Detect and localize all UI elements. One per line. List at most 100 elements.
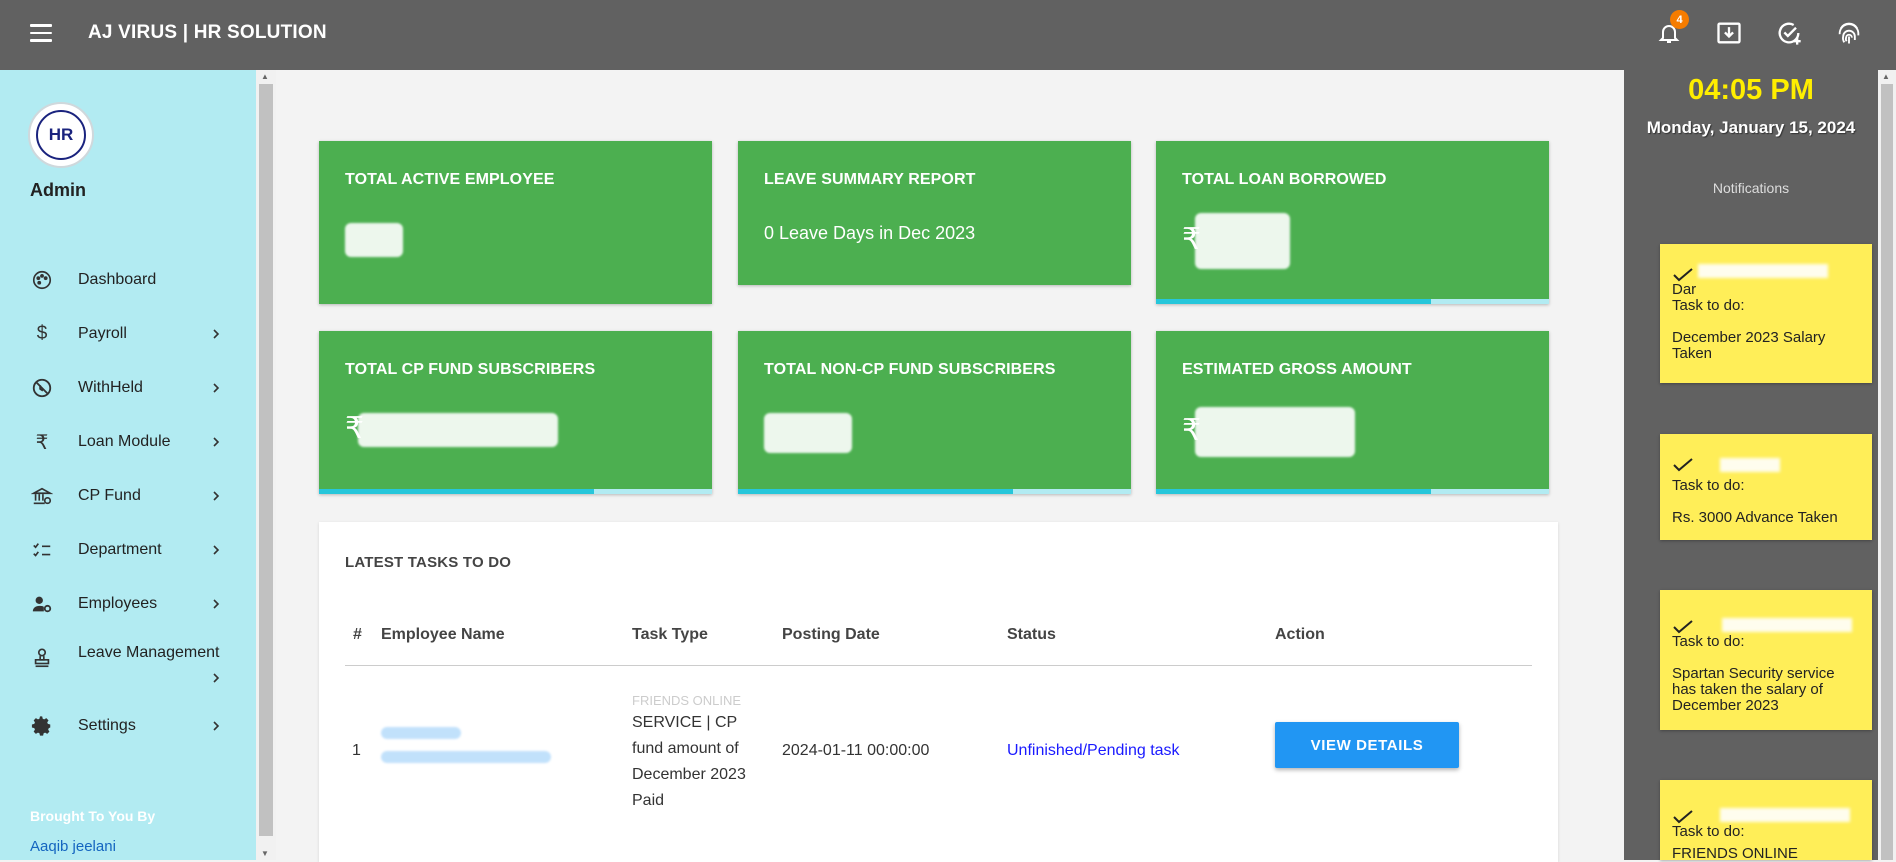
right-panel: 04:05 PM Monday, January 15, 2024 Notifi… <box>1624 70 1878 862</box>
card-title: TOTAL LOAN BORROWED <box>1182 171 1387 188</box>
sidebar-item-label: Leave Management <box>78 644 220 661</box>
hr-logo: HR <box>36 110 86 160</box>
chevron-right-icon <box>213 329 220 339</box>
scrollbar-thumb[interactable] <box>259 84 273 836</box>
sidebar-item-label: Employees <box>78 595 158 612</box>
chevron-right-icon <box>213 437 220 447</box>
rupee-icon: ₹ <box>35 431 49 454</box>
redacted-value <box>345 223 403 257</box>
notification-task-label: Task to do: <box>1672 633 1745 650</box>
notification-card[interactable]: Task to do: Spartan Security service has… <box>1660 590 1872 730</box>
progress-fill <box>1156 299 1432 304</box>
redacted-value <box>764 413 852 453</box>
column-header-employee-name: Employee Name <box>381 626 505 643</box>
column-header-num: # <box>353 626 362 643</box>
status-link[interactable]: Unfinished/Pending task <box>1007 738 1180 764</box>
row-number: 1 <box>352 742 361 759</box>
notification-task-text: Spartan Security service has taken the s… <box>1672 665 1835 714</box>
download-box-icon[interactable] <box>1712 16 1746 50</box>
fingerprint-icon[interactable] <box>1832 16 1866 50</box>
redacted-employee-name <box>1720 808 1850 822</box>
avatar[interactable]: HR <box>28 102 94 168</box>
sidebar-scrollbar[interactable]: ▲ ▼ <box>256 70 276 860</box>
user-gear-icon <box>30 592 54 616</box>
author-link[interactable]: Aaqib jeelani <box>30 838 116 855</box>
sidebar-item-label: Settings <box>78 717 136 734</box>
sidebar-item-label: Payroll <box>78 325 127 342</box>
column-header-status: Status <box>1007 626 1056 643</box>
chevron-right-icon <box>213 673 220 683</box>
progress-bar <box>738 489 1131 494</box>
sidebar-item-loan-module[interactable]: ₹ Loan Module <box>0 420 240 464</box>
notification-card[interactable]: Task to do: Rs. 3000 Advance Taken <box>1660 434 1872 540</box>
sidebar-item-label: CP Fund <box>78 487 141 504</box>
sidebar-item-department[interactable]: Department <box>0 528 240 572</box>
credits-label: Brought To You By <box>30 808 156 824</box>
sidebar-item-withheld[interactable]: WithHeld <box>0 366 240 410</box>
task-type-text: SERVICE | CP fund amount of December 202… <box>632 714 746 809</box>
bank-icon <box>30 484 54 508</box>
progress-bar <box>1156 299 1549 304</box>
checklist-icon <box>30 538 54 562</box>
card-title: ESTIMATED GROSS AMOUNT <box>1182 361 1412 378</box>
card-leave-summary-report[interactable]: LEAVE SUMMARY REPORT 0 Leave Days in Dec… <box>738 141 1131 285</box>
scrollbar-thumb[interactable] <box>1881 84 1893 860</box>
latest-tasks-panel: LATEST TASKS TO DO # Employee Name Task … <box>319 522 1558 862</box>
stamp-icon <box>30 646 54 670</box>
check-circle-plus-icon[interactable] <box>1772 16 1806 50</box>
dollar-icon: $ <box>36 323 48 344</box>
top-app-bar: AJ VIRUS | HR SOLUTION 4 <box>0 0 1896 70</box>
task-type-line1: FRIENDS ONLINE <box>632 693 742 708</box>
clock-date: Monday, January 15, 2024 <box>1646 118 1856 137</box>
progress-fill <box>738 489 1014 494</box>
card-value: ₹ <box>345 411 559 448</box>
clock-time: 04:05 PM <box>1688 74 1814 106</box>
check-icon <box>1673 458 1693 472</box>
card-estimated-gross-amount[interactable]: ESTIMATED GROSS AMOUNT ₹ <box>1156 331 1549 494</box>
hamburger-menu-icon[interactable] <box>30 24 52 44</box>
sidebar-item-cp-fund[interactable]: CP Fund <box>0 474 240 518</box>
sidebar-item-label: Loan Module <box>78 433 171 450</box>
notification-task-label: Task to do: <box>1672 823 1745 840</box>
chevron-right-icon <box>213 721 220 731</box>
scroll-down-arrow-icon[interactable]: ▼ <box>261 849 269 858</box>
card-total-non-cp-fund-subscribers[interactable]: TOTAL NON-CP FUND SUBSCRIBERS <box>738 331 1131 494</box>
scroll-up-arrow-icon[interactable]: ▲ <box>261 72 269 81</box>
column-header-posting-date: Posting Date <box>782 626 880 643</box>
task-type-cell: FRIENDS ONLINE SERVICE | CP fund amount … <box>632 692 772 814</box>
card-value <box>764 413 852 453</box>
notification-card[interactable]: Dar Task to do: December 2023 Salary Tak… <box>1660 244 1872 383</box>
sidebar-item-settings[interactable]: Settings <box>0 704 240 748</box>
chevron-right-icon <box>213 599 220 609</box>
sidebar-item-label: Dashboard <box>78 271 157 288</box>
sidebar-item-employees[interactable]: Employees <box>0 582 240 626</box>
progress-fill <box>319 489 595 494</box>
redacted-value <box>1195 213 1291 269</box>
notification-name-line2: Dar <box>1672 281 1697 298</box>
sidebar-item-payroll[interactable]: $ Payroll <box>0 312 240 356</box>
notification-card[interactable]: Task to do: FRIENDS ONLINE <box>1660 780 1872 862</box>
card-value: ₹ <box>1182 213 1291 269</box>
notification-task-text: Rs. 3000 Advance Taken <box>1672 509 1838 526</box>
card-value: 0 Leave Days in Dec 2023 <box>764 223 976 243</box>
posting-date: 2024-01-11 00:00:00 <box>782 742 930 759</box>
view-details-button[interactable]: VIEW DETAILS <box>1275 722 1459 768</box>
card-value: ₹ <box>1182 407 1356 457</box>
chevron-right-icon <box>213 545 220 555</box>
progress-fill <box>1156 489 1432 494</box>
notification-task-text: December 2023 Salary Taken <box>1672 329 1826 362</box>
card-total-loan-borrowed[interactable]: TOTAL LOAN BORROWED ₹ <box>1156 141 1549 304</box>
sidebar-item-label: WithHeld <box>78 379 143 396</box>
bell-icon[interactable]: 4 <box>1652 10 1689 50</box>
card-total-cp-fund-subscribers[interactable]: TOTAL CP FUND SUBSCRIBERS ₹ <box>319 331 712 494</box>
sidebar-item-dashboard[interactable]: Dashboard <box>0 258 240 302</box>
chevron-right-icon <box>213 383 220 393</box>
right-scrollbar[interactable]: ▲ <box>1878 70 1896 860</box>
employee-name-redacted <box>381 727 551 763</box>
redacted-value <box>1195 407 1356 457</box>
scroll-up-arrow-icon[interactable]: ▲ <box>1882 72 1890 81</box>
card-total-active-employee[interactable]: TOTAL ACTIVE EMPLOYEE <box>319 141 712 304</box>
sidebar-item-leave-management[interactable]: Leave Management <box>0 636 240 694</box>
sidebar: HR Admin Dashboard $ Payroll WithHeld ₹ … <box>0 70 256 860</box>
check-icon <box>1673 268 1693 282</box>
